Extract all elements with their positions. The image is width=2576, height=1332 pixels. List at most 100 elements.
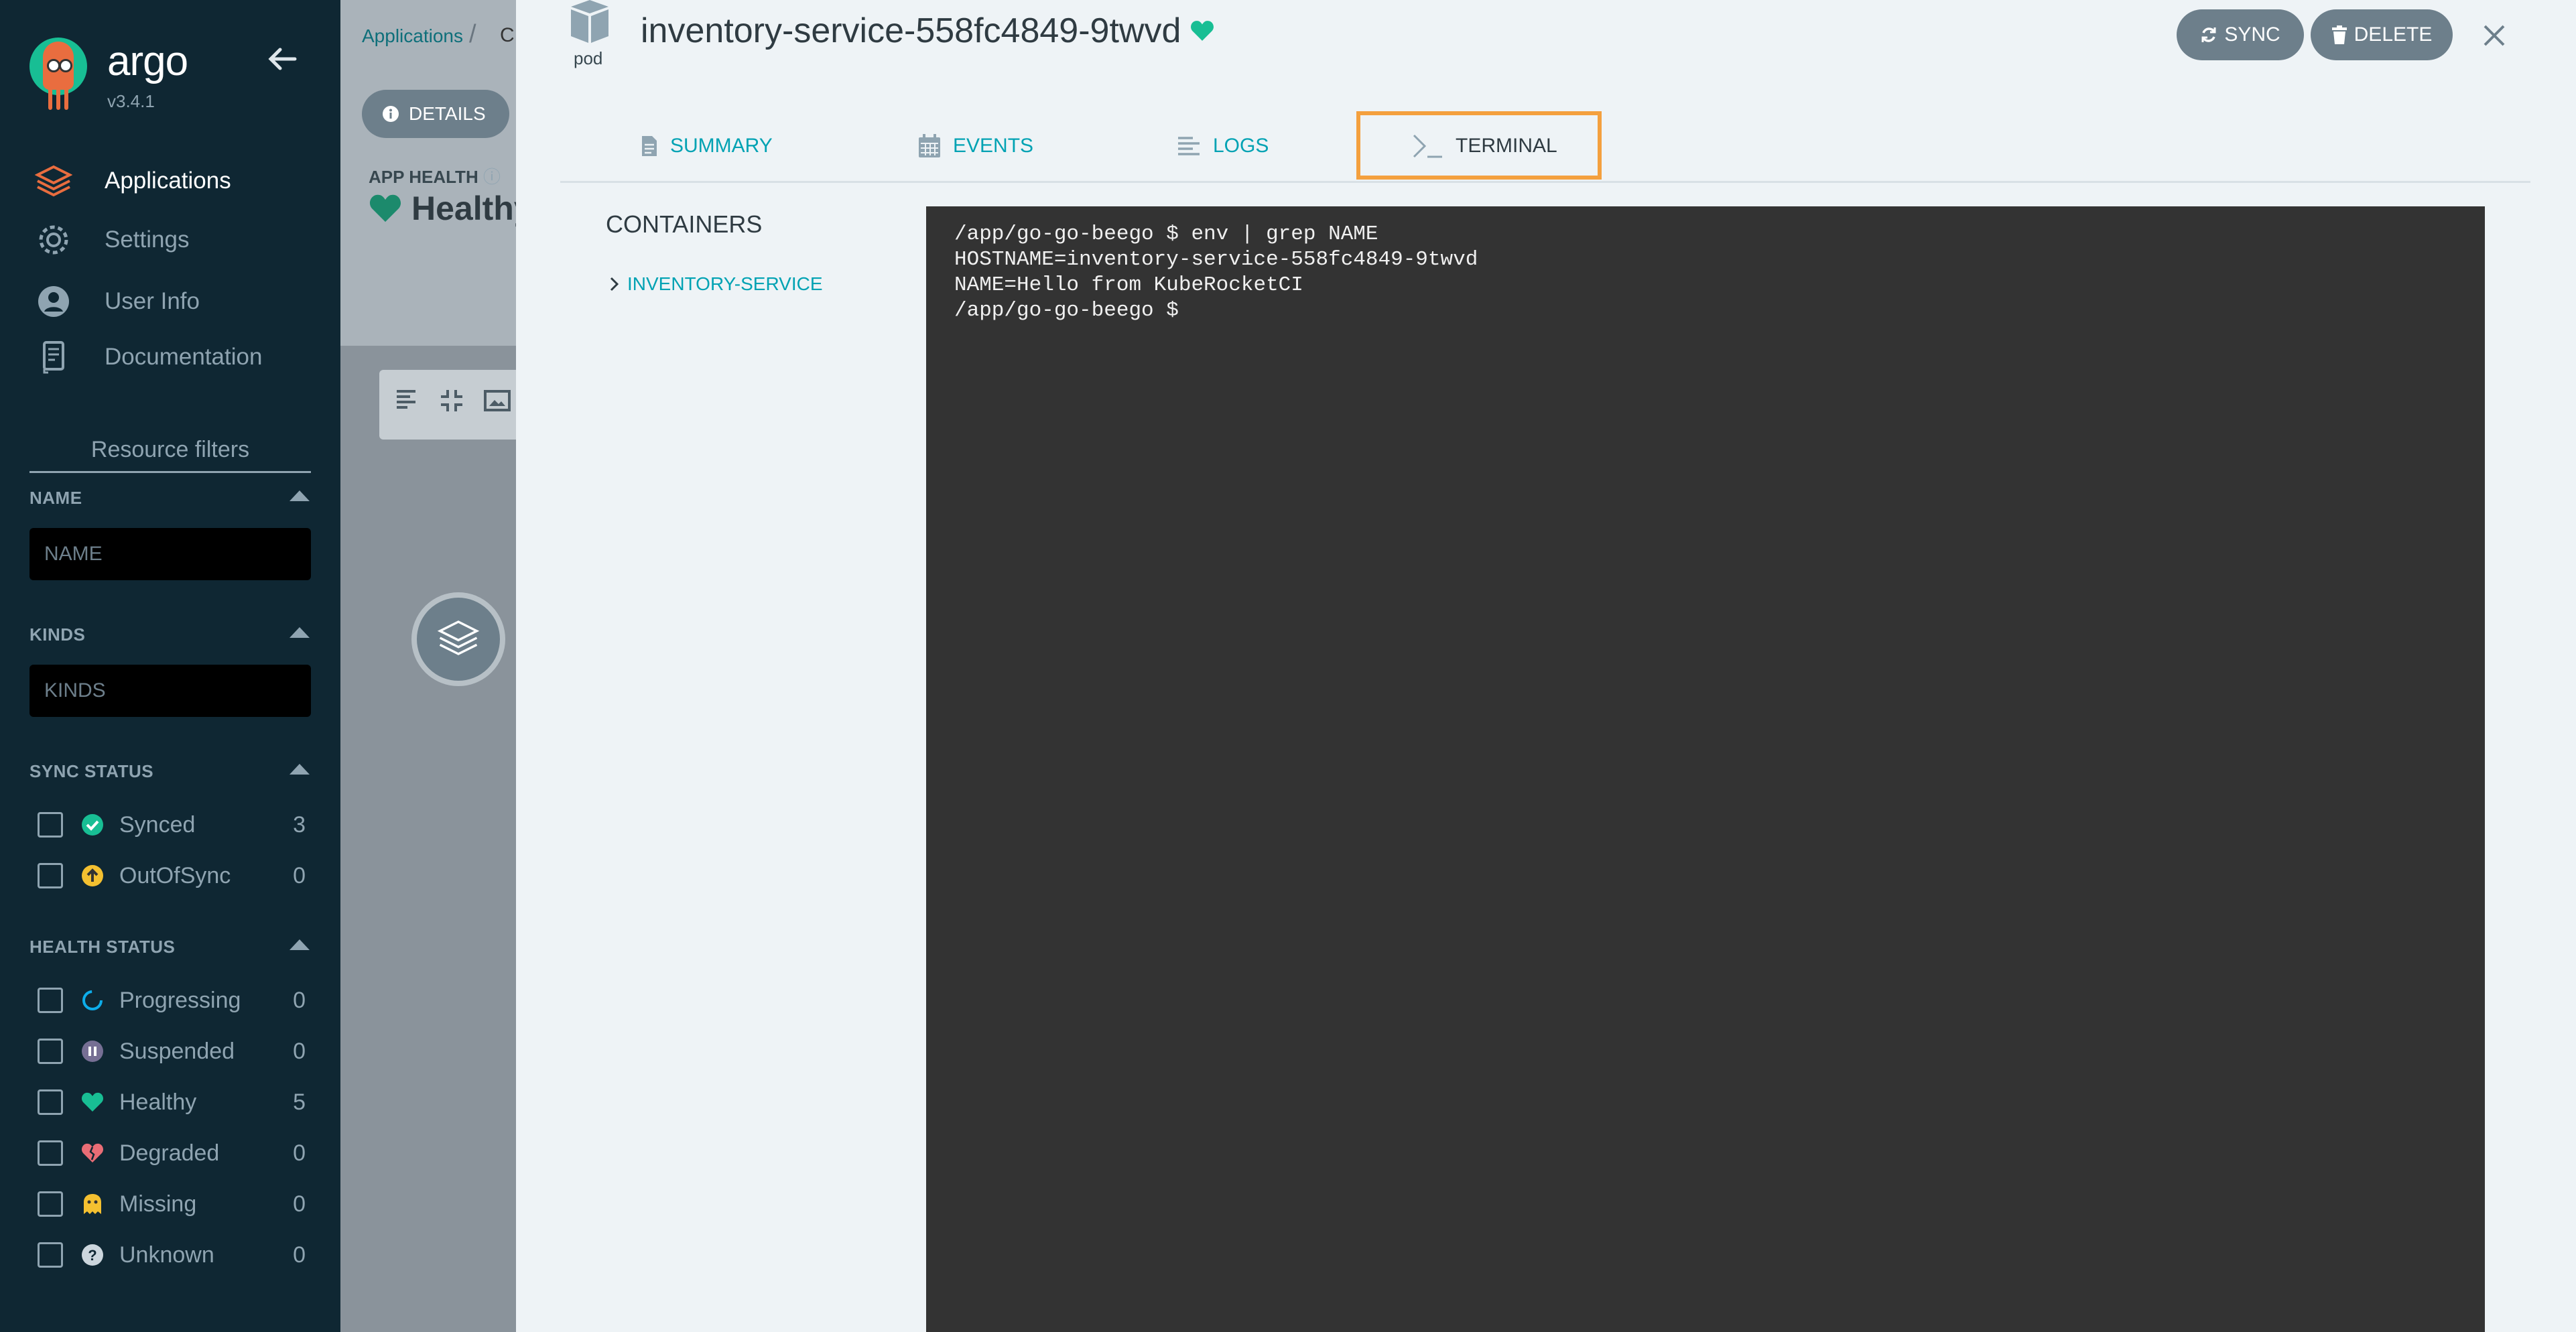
document-icon: [642, 136, 657, 156]
filter-label: Degraded: [119, 1140, 220, 1166]
heart-icon: [369, 194, 401, 222]
filter-missing[interactable]: Missing 0: [38, 1185, 306, 1223]
collapse-caret-icon[interactable]: [289, 490, 310, 501]
progress-ring-icon: [80, 988, 105, 1012]
filter-synced[interactable]: Synced 3: [38, 806, 306, 844]
layers-icon: [437, 616, 480, 663]
filter-count: 0: [293, 862, 306, 888]
close-icon[interactable]: [2474, 17, 2514, 58]
tab-summary[interactable]: SUMMARY: [641, 111, 773, 181]
sync-button[interactable]: SYNC: [2177, 9, 2304, 60]
name-filter-input[interactable]: [29, 528, 311, 580]
brand-name: argo: [107, 38, 188, 84]
nav-settings[interactable]: Settings: [34, 220, 189, 260]
delete-button[interactable]: DELETE: [2311, 9, 2453, 60]
terminal-line: /app/go-go-beego $ env | grep NAME: [954, 222, 1378, 246]
checkbox[interactable]: [38, 1089, 63, 1115]
sync-icon: [2201, 27, 2216, 42]
filter-suspended[interactable]: Suspended 0: [38, 1033, 306, 1070]
align-left-icon[interactable]: [394, 389, 421, 418]
filter-label: Healthy: [119, 1089, 197, 1115]
filter-count: 3: [293, 811, 306, 838]
sync-status-label: SYNC STATUS: [29, 761, 154, 781]
checkbox[interactable]: [38, 1140, 63, 1166]
checkbox[interactable]: [38, 1039, 63, 1064]
health-status-label: HEALTH STATUS: [29, 937, 176, 957]
terminal-window[interactable]: [926, 206, 2485, 1332]
collapse-sidebar-icon[interactable]: [265, 46, 299, 72]
resource-title: inventory-service-558fc4849-9twvd: [641, 11, 1214, 51]
question-circle-icon: ?: [80, 1243, 105, 1267]
breadcrumb-applications[interactable]: Applications: [362, 25, 463, 47]
nav-documentation[interactable]: Documentation: [34, 337, 262, 377]
lines-icon: [1178, 137, 1200, 155]
nav-applications[interactable]: Applications: [34, 161, 231, 201]
filter-healthy[interactable]: Healthy 5: [38, 1083, 306, 1121]
collapse-caret-icon[interactable]: [289, 939, 310, 950]
details-button[interactable]: DETAILS: [362, 90, 509, 138]
logo-eye-right: [59, 59, 72, 72]
terminal-line: /app/go-go-beego $: [954, 299, 1192, 322]
trash-icon: [2331, 25, 2347, 44]
container-item[interactable]: INVENTORY-SERVICE: [610, 273, 823, 295]
kinds-filter-input[interactable]: [29, 665, 311, 717]
filter-label: Suspended: [119, 1038, 235, 1064]
nav-label: Settings: [105, 226, 190, 253]
containers-title: CONTAINERS: [606, 210, 763, 238]
filter-outofsync[interactable]: OutOfSync 0: [38, 857, 306, 894]
terminal-tab-highlight: [1356, 111, 1602, 180]
filter-count: 0: [293, 1140, 306, 1166]
filter-count: 0: [293, 1242, 306, 1268]
filter-count: 0: [293, 987, 306, 1013]
collapse-caret-icon[interactable]: [289, 764, 310, 775]
resource-kind-label: pod: [574, 48, 603, 68]
kinds-filter-label: KINDS: [29, 624, 86, 645]
tab-label: LOGS: [1213, 135, 1269, 157]
logo-tentacle: [48, 87, 52, 110]
filter-progressing[interactable]: Progressing 0: [38, 982, 306, 1019]
terminal-line: HOSTNAME=inventory-service-558fc4849-9tw…: [954, 248, 1478, 271]
ghost-icon: [80, 1192, 105, 1216]
svg-text:?: ?: [88, 1247, 96, 1264]
heart-icon: [1191, 21, 1214, 41]
filter-label: Missing: [119, 1191, 197, 1217]
nav-label: User Info: [105, 288, 200, 314]
app-health-value: Healthy: [369, 189, 533, 228]
collapse-caret-icon[interactable]: [289, 627, 310, 638]
resource-name: inventory-service-558fc4849-9twvd: [641, 11, 1181, 50]
user-icon: [34, 283, 74, 320]
filter-unknown[interactable]: ? Unknown 0: [38, 1236, 306, 1274]
filter-count: 0: [293, 1191, 306, 1217]
app-health-label: APP HEALTH ⓘ: [369, 167, 501, 187]
nav-user-info[interactable]: User Info: [34, 281, 200, 322]
breadcrumb-separator: /: [469, 20, 476, 48]
compress-icon[interactable]: [438, 389, 465, 418]
checkbox[interactable]: [38, 1191, 63, 1217]
book-icon: [34, 339, 74, 375]
filter-count: 5: [293, 1089, 306, 1115]
name-filter-label: NAME: [29, 488, 82, 508]
nav-label: Applications: [105, 168, 231, 194]
details-label: DETAILS: [409, 103, 486, 124]
checkbox[interactable]: [38, 988, 63, 1013]
heart-icon: [80, 1090, 105, 1114]
filter-degraded[interactable]: Degraded 0: [38, 1134, 306, 1172]
chevron-right-icon: [610, 277, 619, 291]
tab-logs[interactable]: LOGS: [1177, 111, 1269, 181]
info-icon: [383, 106, 399, 122]
delete-label: DELETE: [2354, 23, 2433, 46]
checkbox[interactable]: [38, 812, 63, 838]
tab-events[interactable]: EVENTS: [918, 111, 1033, 181]
sync-label: SYNC: [2224, 23, 2280, 46]
image-view-icon[interactable]: [484, 389, 511, 418]
version-label: v3.4.1: [107, 91, 155, 111]
breadcrumb-current: C: [500, 24, 515, 46]
pause-circle-icon: [80, 1039, 105, 1063]
terminal-line: NAME=Hello from KubeRocketCI: [954, 273, 1303, 297]
filter-label: Synced: [119, 811, 196, 838]
pod-cube-icon: [566, 0, 614, 44]
check-circle-icon: [80, 813, 105, 837]
checkbox[interactable]: [38, 1242, 63, 1268]
checkbox[interactable]: [38, 863, 63, 888]
tab-label: EVENTS: [953, 135, 1034, 157]
